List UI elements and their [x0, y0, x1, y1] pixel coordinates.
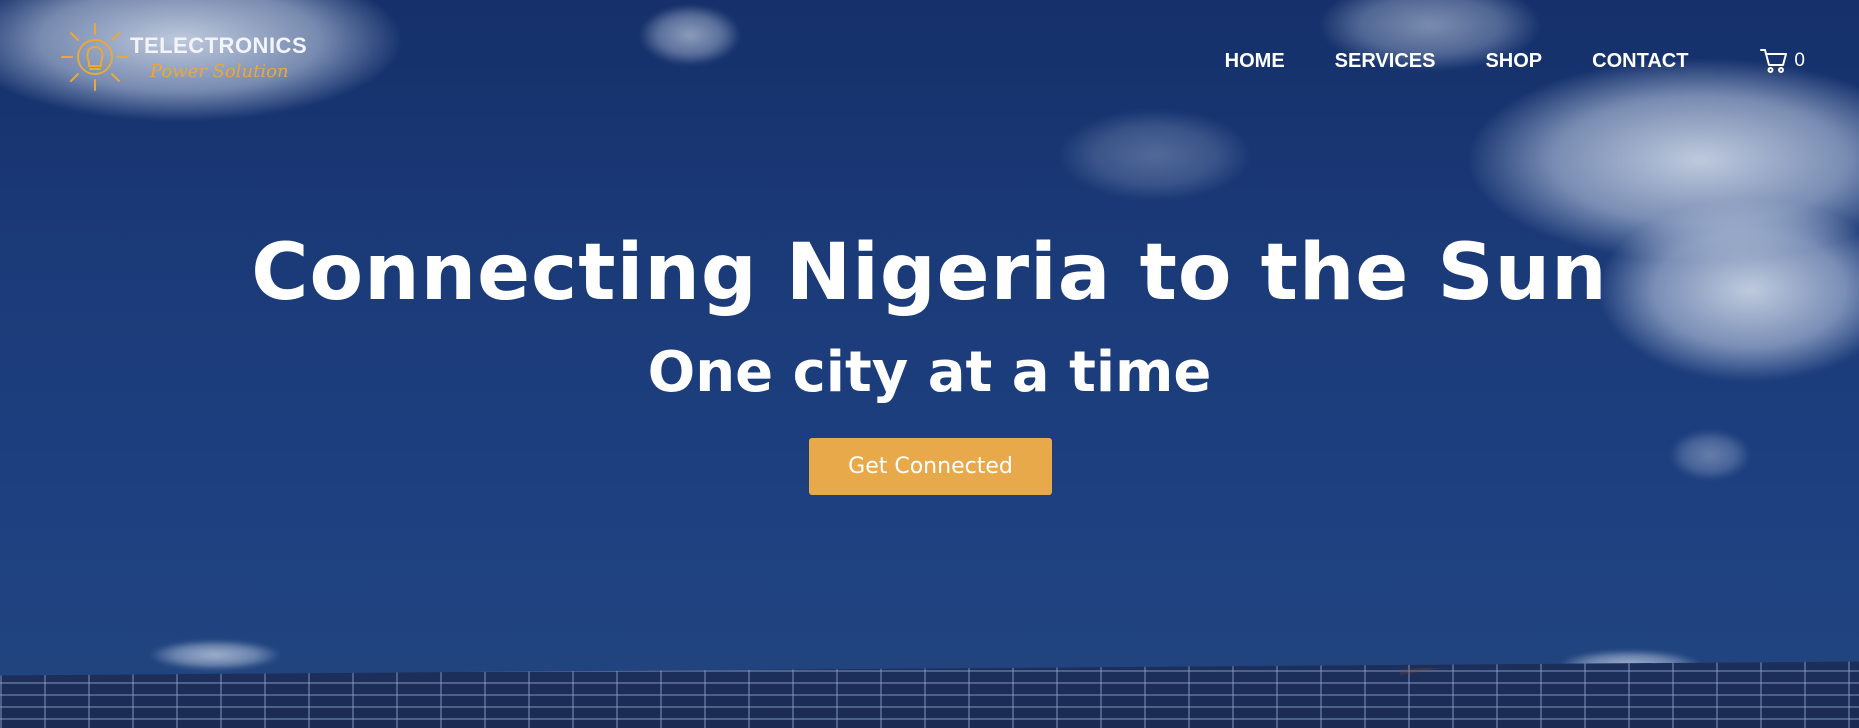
hero-headline: Connecting Nigeria to the Sun — [251, 228, 1608, 318]
lightbulb-sun-icon — [61, 23, 129, 91]
get-connected-button[interactable]: Get Connected — [809, 438, 1052, 495]
cart-icon — [1760, 49, 1788, 73]
brand-logo[interactable]: TELECTRONICS Power Solution — [60, 22, 307, 92]
cart-count: 0 — [1794, 50, 1805, 71]
nav-item-services[interactable]: SERVICES — [1335, 50, 1436, 73]
brand-text: TELECTRONICS Power Solution — [130, 33, 307, 82]
main-nav: HOME SERVICES SHOP CONTACT 0 — [1175, 46, 1859, 76]
solar-panel-frame — [1400, 668, 1859, 728]
cloud — [640, 5, 740, 65]
brand-tagline: Power Solution — [150, 60, 289, 82]
cloud — [1060, 110, 1250, 200]
hero-subheadline: One city at a time — [647, 340, 1212, 405]
nav-item-contact[interactable]: CONTACT — [1592, 50, 1688, 73]
brand-name: TELECTRONICS — [130, 32, 308, 58]
hero-section: TELECTRONICS Power Solution HOME SERVICE… — [0, 0, 1859, 728]
cloud — [150, 640, 280, 670]
cart-button[interactable]: 0 — [1760, 48, 1805, 74]
nav-item-shop[interactable]: SHOP — [1485, 50, 1542, 73]
cloud — [1670, 430, 1750, 480]
nav-item-home[interactable]: HOME — [1225, 50, 1285, 73]
